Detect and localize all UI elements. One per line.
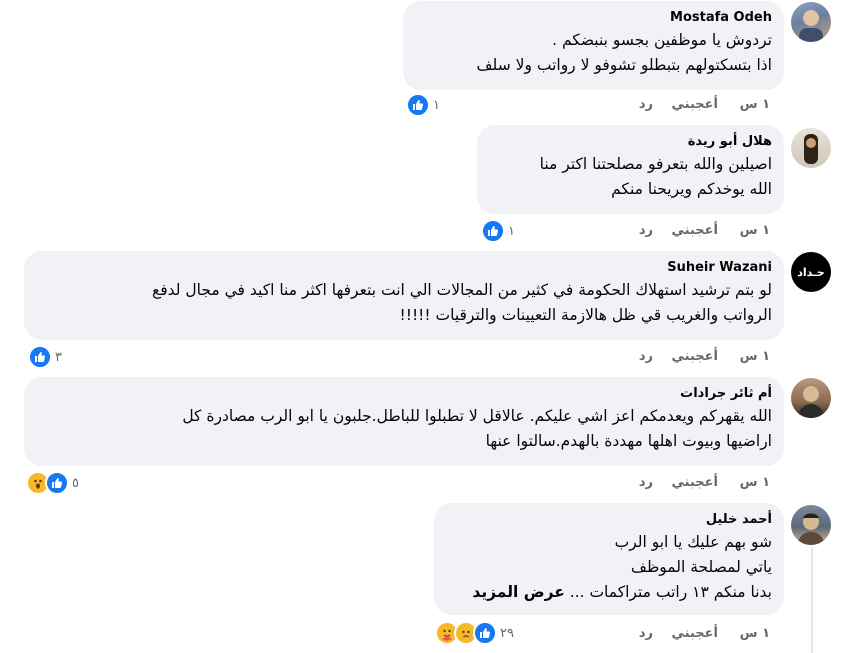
comment-actions: ١ س أعجبني رد bbox=[600, 475, 770, 493]
like-icon bbox=[28, 345, 52, 369]
avatar[interactable] bbox=[791, 2, 831, 42]
comment-actions: ١ س أعجبني رد bbox=[600, 626, 770, 644]
avatar[interactable] bbox=[791, 505, 831, 545]
like-button[interactable]: أعجبني bbox=[672, 349, 718, 364]
reaction-count: ١ bbox=[433, 97, 440, 113]
reaction-summary[interactable]: ١ bbox=[481, 219, 515, 243]
avatar-photo-icon bbox=[797, 386, 825, 418]
comment-author[interactable]: أم ثائر جرادات bbox=[36, 385, 772, 402]
comment-bubble: هلال أبو ريدة اصيلين والله بتعرفو مصلحتن… bbox=[477, 125, 784, 214]
comment-actions: ١ س أعجبني رد bbox=[600, 97, 770, 115]
comment-time[interactable]: ١ س bbox=[740, 97, 770, 112]
comment-author[interactable]: هلال أبو ريدة bbox=[489, 133, 772, 150]
reaction-summary[interactable]: ٢٩ bbox=[435, 621, 514, 645]
reply-button[interactable]: رد bbox=[639, 223, 653, 238]
comment-text-body: شو بهم عليك يا ابو الرب ياتي لمصلحة المو… bbox=[569, 533, 772, 601]
reply-thread-line bbox=[811, 546, 813, 653]
comment-time[interactable]: ١ س bbox=[740, 626, 770, 641]
avatar[interactable] bbox=[791, 128, 831, 168]
comment-text: الله يقهركم ويعدمكم اعز اشي عليكم. عالاق… bbox=[182, 407, 772, 450]
reaction-count: ٥ bbox=[72, 475, 79, 491]
like-button[interactable]: أعجبني bbox=[672, 223, 718, 238]
comment-bubble: Suheir Wazani لو بتم ترشيد استهلاك الحكو… bbox=[24, 251, 784, 340]
avatar-photo-icon bbox=[797, 513, 825, 545]
see-more-link[interactable]: عرض المزيد bbox=[472, 583, 564, 601]
comment-author[interactable]: Mostafa Odeh bbox=[415, 9, 772, 26]
reply-button[interactable]: رد bbox=[639, 626, 653, 641]
comment-bubble: أم ثائر جرادات الله يقهركم ويعدمكم اعز ا… bbox=[24, 377, 784, 466]
reaction-summary[interactable]: ١ bbox=[406, 93, 440, 117]
comment-text: اصيلين والله بتعرفو مصلحتنا اكتر منا الل… bbox=[539, 155, 772, 198]
like-button[interactable]: أعجبني bbox=[672, 97, 718, 112]
comment-time[interactable]: ١ س bbox=[740, 223, 770, 238]
like-icon bbox=[45, 471, 69, 495]
avatar-photo-icon bbox=[799, 10, 823, 42]
reaction-count: ٣ bbox=[55, 349, 62, 365]
avatar[interactable]: حـداد bbox=[791, 252, 831, 292]
comment-author[interactable]: Suheir Wazani bbox=[36, 259, 772, 276]
comment-time[interactable]: ١ س bbox=[740, 475, 770, 490]
comment-text: تردوش يا موظفين بجسو بنبضكم . اذا بتسكتو… bbox=[476, 31, 772, 74]
reply-button[interactable]: رد bbox=[639, 475, 653, 490]
like-icon bbox=[473, 621, 497, 645]
avatar-photo-icon bbox=[804, 134, 818, 164]
comment-time[interactable]: ١ س bbox=[740, 349, 770, 364]
comment-actions: ١ س أعجبني رد bbox=[600, 223, 770, 241]
avatar[interactable] bbox=[791, 378, 831, 418]
comment-bubble: Mostafa Odeh تردوش يا موظفين بجسو بنبضكم… bbox=[403, 1, 784, 90]
reply-button[interactable]: رد bbox=[639, 349, 653, 364]
reaction-summary[interactable]: ٥ bbox=[26, 471, 79, 495]
like-button[interactable]: أعجبني bbox=[672, 475, 718, 490]
comment-actions: ١ س أعجبني رد bbox=[600, 349, 770, 367]
comment-author[interactable]: أحمد خليل bbox=[446, 511, 772, 528]
comment-text: لو بتم ترشيد استهلاك الحكومة في كثير من … bbox=[151, 281, 772, 324]
avatar-text: حـداد bbox=[797, 265, 825, 279]
reaction-summary[interactable]: ٣ bbox=[28, 345, 62, 369]
reply-button[interactable]: رد bbox=[639, 97, 653, 112]
reaction-count: ٢٩ bbox=[500, 625, 514, 641]
like-button[interactable]: أعجبني bbox=[672, 626, 718, 641]
comment-text: شو بهم عليك يا ابو الرب ياتي لمصلحة المو… bbox=[446, 530, 772, 605]
like-icon bbox=[481, 219, 505, 243]
reaction-count: ١ bbox=[508, 223, 515, 239]
comment-bubble: أحمد خليل شو بهم عليك يا ابو الرب ياتي ل… bbox=[434, 503, 784, 615]
like-icon bbox=[406, 93, 430, 117]
